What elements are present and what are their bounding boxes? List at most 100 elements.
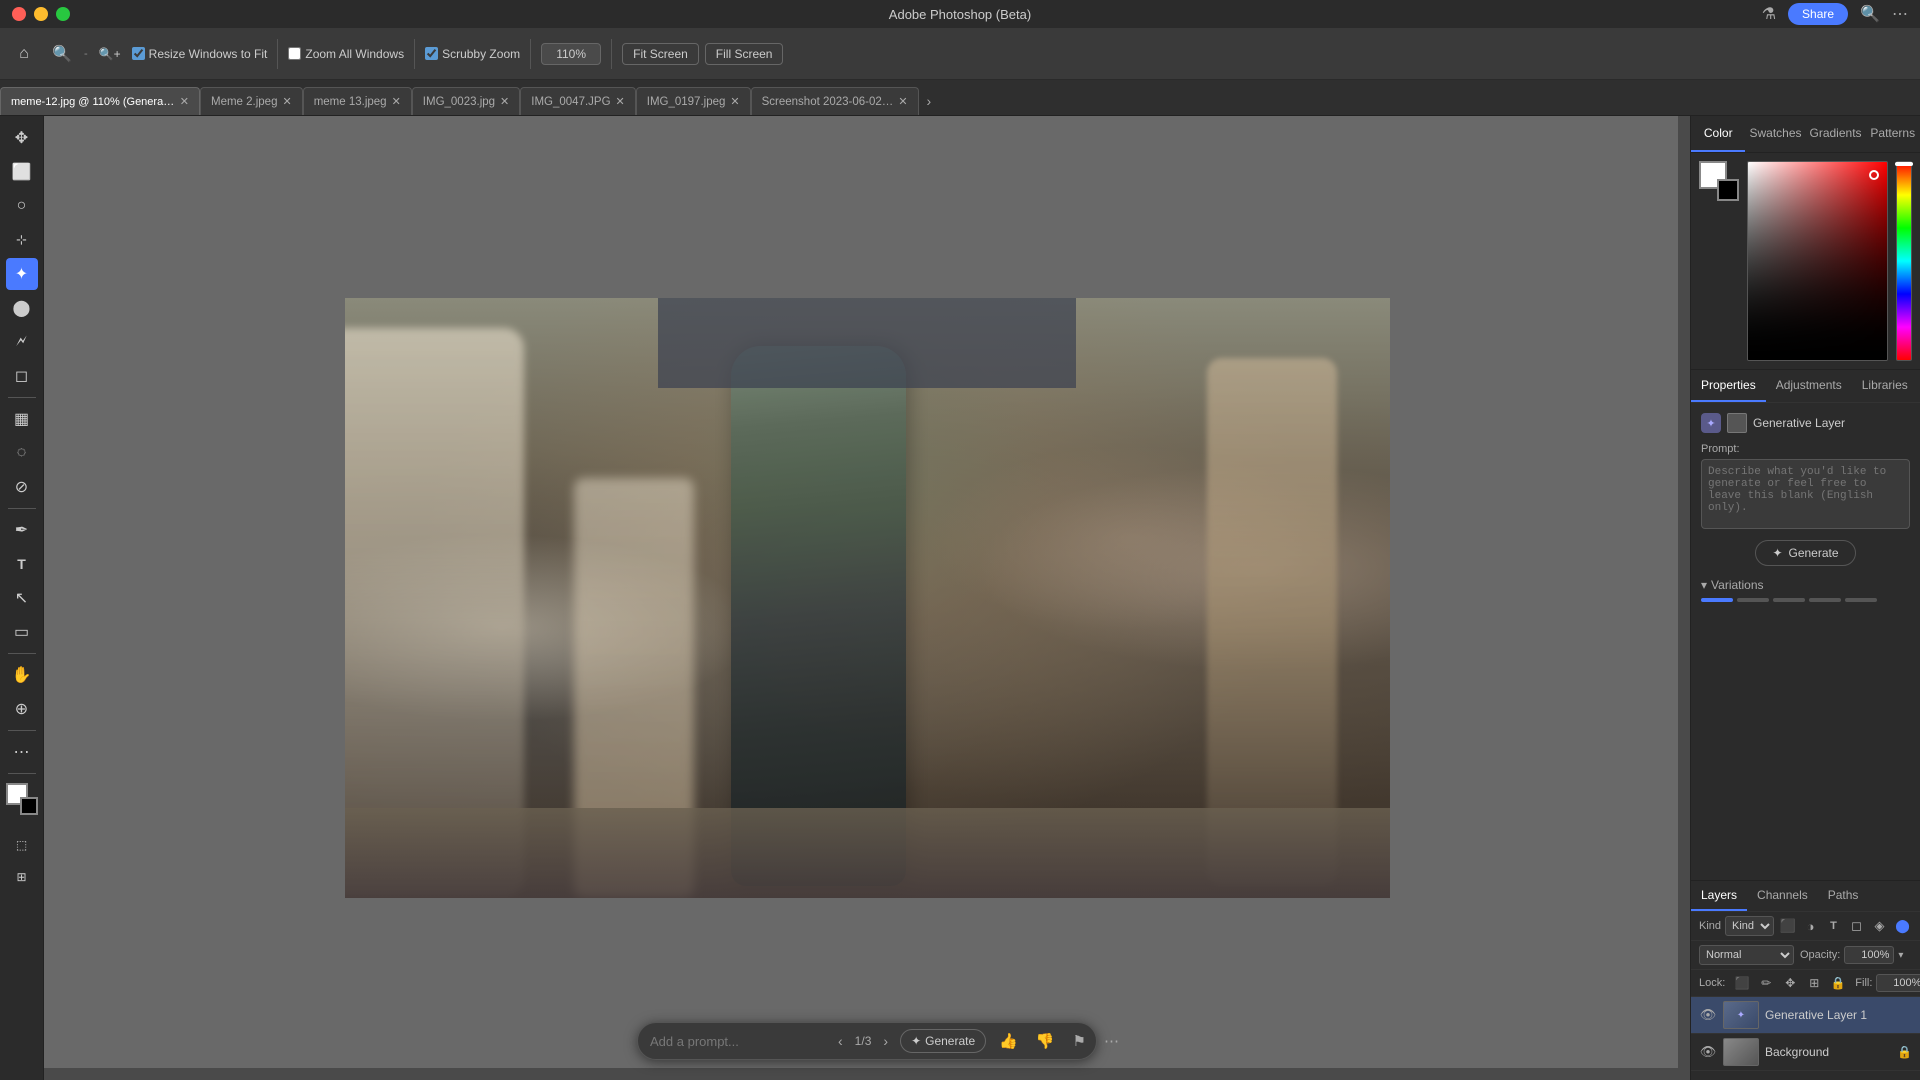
tab-properties[interactable]: Properties <box>1691 370 1766 402</box>
hand-tool[interactable]: ✋ <box>6 659 38 691</box>
lock-position[interactable]: ✥ <box>1781 974 1799 992</box>
tabs-more-button[interactable]: › <box>919 87 940 115</box>
layer-filter-text[interactable]: T <box>1824 916 1843 936</box>
layer-filter-adjust[interactable]: ◑ <box>1801 916 1820 936</box>
canvas-scroll-right[interactable] <box>1678 116 1690 1080</box>
color-gradient-picker[interactable] <box>1747 161 1888 361</box>
tab-close-1[interactable]: ✕ <box>282 95 291 108</box>
flag-button[interactable]: ⚑ <box>1068 1030 1091 1052</box>
tab-color[interactable]: Color <box>1691 116 1745 152</box>
tab-5[interactable]: IMG_0197.jpeg ✕ <box>636 87 751 115</box>
thumbs-down-button[interactable]: 👎 <box>1031 1030 1060 1052</box>
opacity-input[interactable]: 100% <box>1844 946 1894 964</box>
path-select-tool[interactable]: ↖ <box>6 582 38 614</box>
zoom-tool[interactable]: ⊕ <box>6 693 38 725</box>
tab-6[interactable]: Screenshot 2023-06-02… ✕ <box>751 87 919 115</box>
tab-gradients[interactable]: Gradients <box>1806 116 1866 152</box>
zoom-out-button[interactable]: 🔍 <box>46 38 78 70</box>
tab-channels[interactable]: Channels <box>1747 881 1818 911</box>
variation-dot-0[interactable] <box>1701 598 1733 602</box>
tab-0[interactable]: meme-12.jpg @ 110% (Generative Layer 1, … <box>0 87 200 115</box>
layer-filter-active[interactable]: ⬤ <box>1893 916 1912 936</box>
variation-dot-4[interactable] <box>1845 598 1877 602</box>
fill-screen-button[interactable]: Fill Screen <box>705 43 784 65</box>
lock-all[interactable]: 🔒 <box>1829 974 1847 992</box>
fg-bg-swatches[interactable] <box>1699 161 1739 201</box>
zoom-in-button[interactable]: 🔍+ <box>94 38 126 70</box>
prompt-textarea[interactable] <box>1701 459 1910 529</box>
tab-swatches[interactable]: Swatches <box>1745 116 1805 152</box>
fg-bg-color[interactable] <box>6 783 38 815</box>
tab-close-6[interactable]: ✕ <box>898 95 907 108</box>
tab-3[interactable]: IMG_0023.jpg ✕ <box>412 87 520 115</box>
layer-visibility-0[interactable]: 👁 <box>1699 1006 1717 1024</box>
close-button[interactable] <box>12 7 26 21</box>
home-button[interactable]: ⌂ <box>8 38 40 70</box>
next-variation-button[interactable]: › <box>879 1031 892 1051</box>
lasso-tool[interactable]: ○ <box>6 190 38 222</box>
prompt-input[interactable] <box>650 1034 826 1049</box>
layer-filter-pixel[interactable]: ⬛ <box>1778 916 1797 936</box>
more-options-button[interactable]: ⋯ <box>1099 1030 1124 1052</box>
healing-tool[interactable]: ✦ <box>6 258 38 290</box>
thumbs-up-button[interactable]: 👍 <box>994 1030 1023 1052</box>
layer-filter-shape[interactable]: ◻ <box>1847 916 1866 936</box>
artboard-tool[interactable]: ⊞ <box>6 861 38 893</box>
fit-screen-button[interactable]: Fit Screen <box>622 43 699 65</box>
gradient-tool[interactable]: ▦ <box>6 403 38 435</box>
layer-item-0[interactable]: 👁 ✦ Generative Layer 1 <box>1691 997 1920 1034</box>
tab-2[interactable]: meme 13.jpeg ✕ <box>303 87 412 115</box>
background-swatch[interactable] <box>1717 179 1739 201</box>
tab-close-5[interactable]: ✕ <box>730 95 739 108</box>
minimize-button[interactable] <box>34 7 48 21</box>
clone-stamp-tool[interactable]: 🗲 <box>6 326 38 358</box>
dodge-tool[interactable]: ⊘ <box>6 471 38 503</box>
layer-visibility-1[interactable]: 👁 <box>1699 1043 1717 1061</box>
crop-tool[interactable]: ⊹ <box>6 224 38 256</box>
background-color[interactable] <box>20 797 38 815</box>
more-tools-button[interactable]: ⋯ <box>6 736 38 768</box>
shape-tool[interactable]: ▭ <box>6 616 38 648</box>
eraser-tool[interactable]: ◻ <box>6 360 38 392</box>
move-tool[interactable]: ✥ <box>6 122 38 154</box>
canvas-scroll-bottom[interactable] <box>44 1068 1678 1080</box>
brush-tool[interactable]: ⬤ <box>6 292 38 324</box>
tab-close-3[interactable]: ✕ <box>500 95 509 108</box>
tab-close-4[interactable]: ✕ <box>616 95 625 108</box>
opacity-dropdown[interactable]: ▾ <box>1898 950 1903 961</box>
frame-tool[interactable]: ⬚ <box>6 829 38 861</box>
layer-item-1[interactable]: 👁 Background 🔒 <box>1691 1034 1920 1071</box>
share-button[interactable]: Share <box>1788 3 1848 25</box>
prompt-generate-button[interactable]: ✦ Generate <box>900 1029 986 1053</box>
blur-tool[interactable]: ◌ <box>6 437 38 469</box>
text-tool[interactable]: T <box>6 548 38 580</box>
tab-layers[interactable]: Layers <box>1691 881 1747 911</box>
pen-tool[interactable]: ✒ <box>6 514 38 546</box>
tab-adjustments[interactable]: Adjustments <box>1766 370 1852 402</box>
marquee-tool[interactable]: ⬜ <box>6 156 38 188</box>
variations-toggle[interactable]: ▾ Variations <box>1701 578 1910 592</box>
more-icon[interactable]: ⋯ <box>1892 4 1908 24</box>
zoom-level-input[interactable]: 110% <box>541 43 601 65</box>
variation-dot-3[interactable] <box>1809 598 1841 602</box>
tab-patterns[interactable]: Patterns <box>1866 116 1920 152</box>
canvas-area[interactable]: ‹ 1/3 › ✦ Generate 👍 👎 ⚑ ⋯ <box>44 116 1690 1080</box>
blend-mode-select[interactable]: Normal <box>1699 945 1794 965</box>
variation-dot-1[interactable] <box>1737 598 1769 602</box>
tab-close-2[interactable]: ✕ <box>392 95 401 108</box>
resize-windows-checkbox[interactable]: Resize Windows to Fit <box>132 47 268 61</box>
layer-filter-smart[interactable]: ◈ <box>1870 916 1889 936</box>
tab-close-0[interactable]: ✕ <box>180 95 189 108</box>
lock-transparent-pixels[interactable]: ⬛ <box>1733 974 1751 992</box>
scrubby-zoom-checkbox[interactable]: Scrubby Zoom <box>425 47 520 61</box>
kind-select[interactable]: Kind <box>1725 916 1774 936</box>
tab-1[interactable]: Meme 2.jpeg ✕ <box>200 87 303 115</box>
variation-dot-2[interactable] <box>1773 598 1805 602</box>
maximize-button[interactable] <box>56 7 70 21</box>
tab-paths[interactable]: Paths <box>1818 881 1869 911</box>
tab-4[interactable]: IMG_0047.JPG ✕ <box>520 87 635 115</box>
tab-libraries[interactable]: Libraries <box>1852 370 1918 402</box>
hue-slider[interactable] <box>1896 161 1912 361</box>
zoom-all-checkbox[interactable]: Zoom All Windows <box>288 47 404 61</box>
fill-input[interactable]: 100% <box>1876 974 1920 992</box>
